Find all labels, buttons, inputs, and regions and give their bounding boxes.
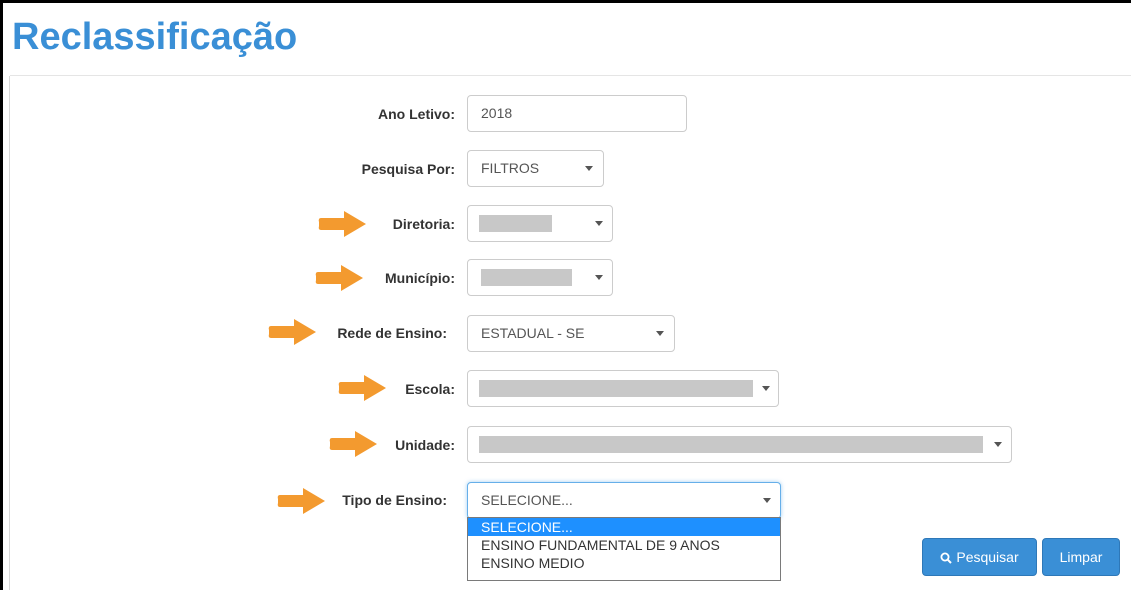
panel-border <box>9 76 10 590</box>
escola-select[interactable] <box>467 370 779 407</box>
diretoria-select[interactable] <box>467 205 613 242</box>
dropdown-option[interactable]: ENSINO FUNDAMENTAL DE 9 ANOS <box>468 536 780 554</box>
rede-ensino-select[interactable]: ESTADUAL - SE <box>467 315 675 352</box>
frame-left-border <box>0 0 3 590</box>
dropdown-option[interactable]: SELECIONE... <box>468 518 780 536</box>
caret-down-icon <box>763 498 771 503</box>
diretoria-label: Diretoria: <box>392 216 455 232</box>
caret-down-icon <box>585 166 593 171</box>
pesquisa-por-label: Pesquisa Por: <box>361 161 455 177</box>
rede-ensino-label: Rede de Ensino: <box>337 325 447 341</box>
search-button[interactable]: Pesquisar <box>922 538 1037 576</box>
rede-ensino-value: ESTADUAL - SE <box>481 325 585 341</box>
clear-button-label: Limpar <box>1059 549 1103 565</box>
municipio-label: Município: <box>385 270 455 286</box>
caret-down-icon <box>762 386 770 391</box>
clear-button[interactable]: Limpar <box>1042 538 1120 576</box>
ano-letivo-value: 2018 <box>481 105 513 121</box>
tipo-ensino-label: Tipo de Ensino: <box>342 492 447 508</box>
escola-label: Escola: <box>405 381 455 397</box>
tipo-ensino-value: SELECIONE... <box>481 492 573 508</box>
redacted-value <box>479 215 552 232</box>
redacted-value <box>481 269 572 286</box>
pesquisa-por-select[interactable]: FILTROS <box>467 150 604 187</box>
search-icon <box>940 552 953 564</box>
title-divider <box>10 75 1131 76</box>
municipio-select[interactable] <box>467 259 613 296</box>
redacted-value <box>479 380 753 397</box>
redacted-value <box>479 436 983 453</box>
caret-down-icon <box>994 442 1002 447</box>
ano-letivo-input[interactable]: 2018 <box>467 95 687 132</box>
page-title: Reclassificação <box>12 16 298 58</box>
search-button-label: Pesquisar <box>956 549 1019 565</box>
frame-top-border <box>0 0 1131 3</box>
dropdown-option[interactable]: ENSINO MEDIO <box>468 554 780 572</box>
unidade-label: Unidade: <box>395 437 455 453</box>
tipo-ensino-select[interactable]: SELECIONE... <box>467 482 781 519</box>
caret-down-icon <box>595 275 603 280</box>
caret-down-icon <box>656 331 664 336</box>
unidade-select[interactable] <box>467 426 1012 463</box>
pesquisa-por-value: FILTROS <box>481 160 540 176</box>
tipo-ensino-dropdown: SELECIONE... ENSINO FUNDAMENTAL DE 9 ANO… <box>467 517 781 581</box>
caret-down-icon <box>595 221 603 226</box>
ano-letivo-label: Ano Letivo: <box>378 106 455 122</box>
